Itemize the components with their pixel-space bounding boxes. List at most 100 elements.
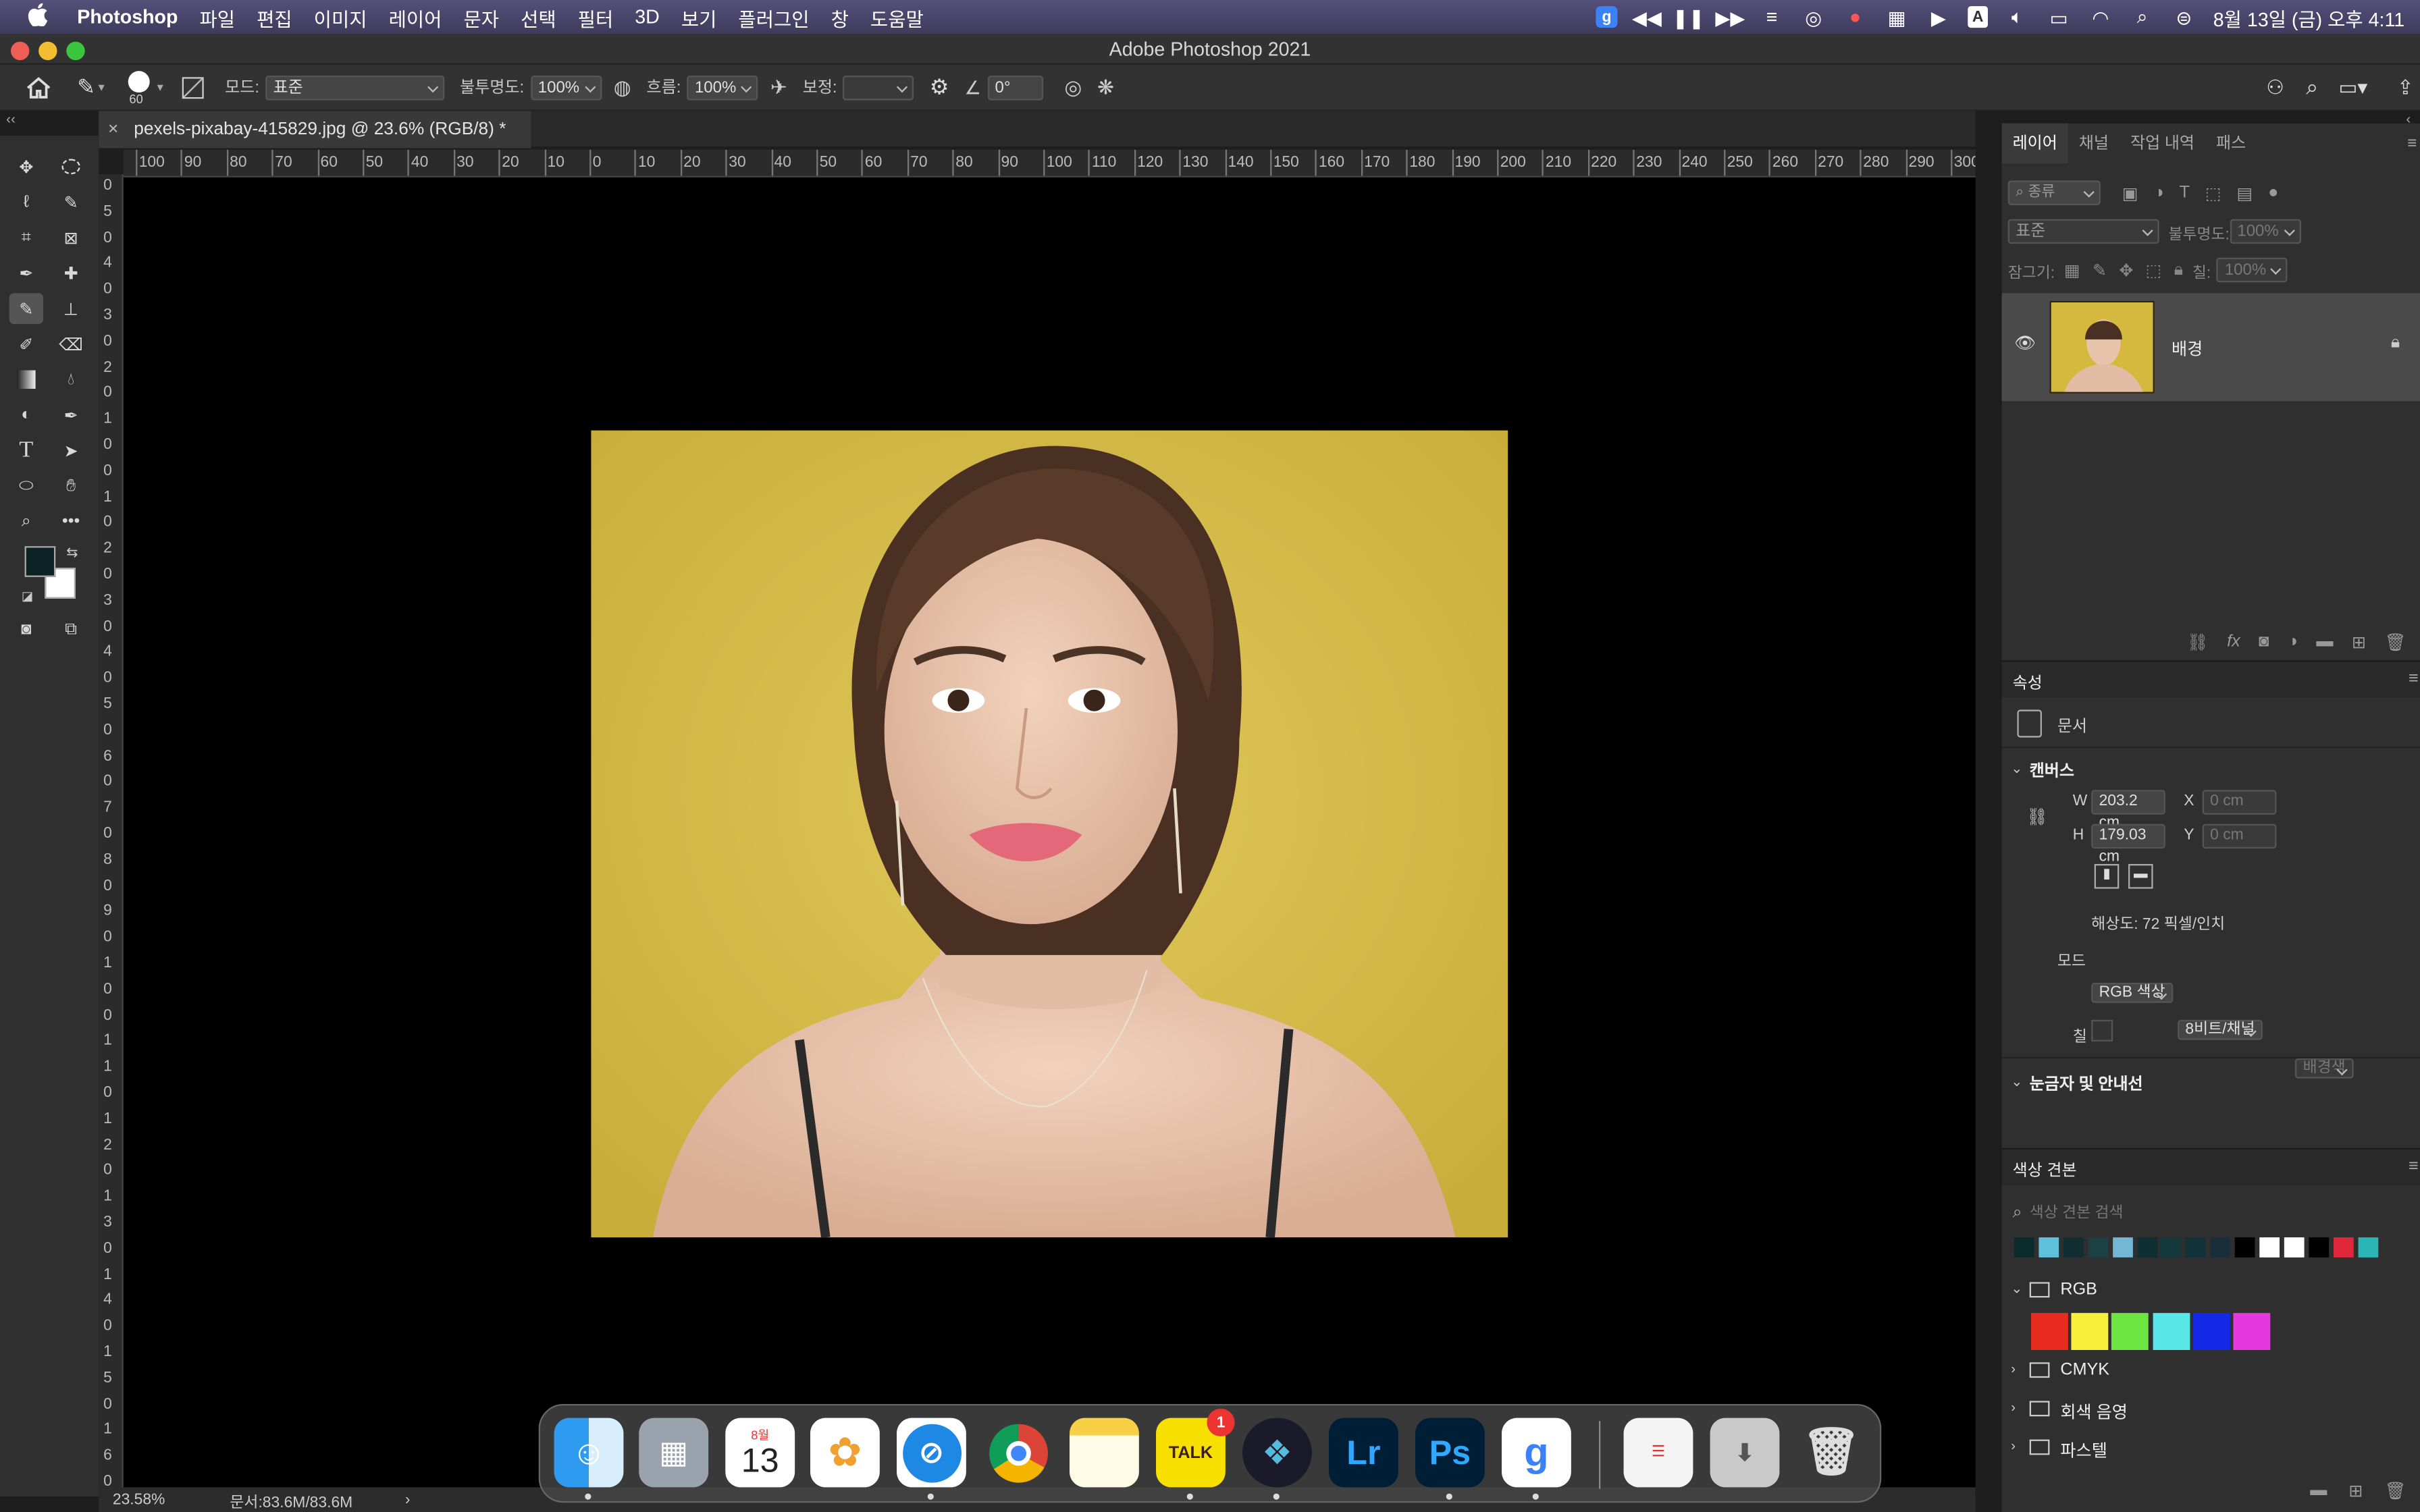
chevron-down-icon[interactable]: ▾ (99, 80, 105, 94)
swatch[interactable] (2087, 1237, 2108, 1258)
panel-menu-icon[interactable]: ≡ (2407, 134, 2417, 153)
flow-field[interactable]: 100% (687, 74, 758, 100)
swatch[interactable] (2357, 1237, 2378, 1258)
swatch[interactable] (2210, 1237, 2231, 1258)
delete-layer-icon[interactable]: 🗑︎ (2385, 632, 2406, 651)
share-person-icon[interactable]: ⚇ (2266, 75, 2284, 100)
type-tool-icon[interactable]: T (9, 435, 43, 466)
swatch-group-rgb[interactable]: ⌄ RGB (2002, 1278, 2420, 1309)
adjustment-layer-icon[interactable]: ◑ (2288, 632, 2298, 651)
rulers-section-header[interactable]: ⌄ 눈금자 및 안내선 (2002, 1069, 2420, 1100)
input-source-icon[interactable]: A (1968, 6, 1989, 28)
portrait-orientation-icon[interactable]: ▮ (2094, 864, 2120, 889)
frame-tool-icon[interactable]: ⊠ (54, 222, 88, 253)
height-field[interactable]: 179.03 cm (2091, 824, 2165, 865)
swatch[interactable] (2186, 1237, 2206, 1258)
creative-cloud-icon[interactable]: ◎ (1801, 6, 1826, 28)
brush-settings-icon[interactable] (182, 76, 204, 99)
grid-app-icon[interactable]: ▦ (1885, 6, 1910, 28)
canvas-section-header[interactable]: ⌄ 캔버스 (2002, 756, 2420, 787)
swatch[interactable] (2234, 1237, 2255, 1258)
crop-tool-icon[interactable]: ⌗ (9, 222, 43, 253)
swatch[interactable] (2152, 1313, 2190, 1351)
fill-field[interactable]: 100% (2217, 257, 2288, 283)
safari-icon[interactable]: ⊘ (897, 1418, 966, 1500)
visibility-eye-icon[interactable]: 👁︎ (2014, 333, 2036, 353)
document-tab[interactable]: × pexels-pixabay-415829.jpg @ 23.6% (RGB… (99, 111, 531, 148)
menu-plugins[interactable]: 플러그인 (727, 2, 820, 31)
lock-all-icon[interactable]: 🔒︎ (2174, 260, 2183, 280)
collapse-panels-icon[interactable]: ‹‹ (6, 111, 16, 127)
swatch[interactable] (2071, 1313, 2109, 1351)
layer-row-background[interactable]: 👁︎ 배경 🔒︎ (2001, 293, 2420, 402)
layer-name[interactable]: 배경 (2172, 336, 2203, 361)
swatch[interactable] (2233, 1313, 2271, 1351)
fx-icon[interactable]: fx (2227, 632, 2240, 651)
status-arrow-icon[interactable]: › (405, 1491, 411, 1508)
quick-mask-icon[interactable]: ◙ (9, 614, 43, 645)
layer-filter-dropdown[interactable]: ⌕ 종류 (2007, 180, 2101, 205)
swatch-group-pastel[interactable]: › 파스텔 (2002, 1435, 2420, 1466)
filter-shape-icon[interactable]: ⬚ (2205, 183, 2221, 202)
photoshop-icon[interactable]: Ps (1415, 1418, 1485, 1500)
menu-view[interactable]: 보기 (670, 2, 728, 31)
filter-type-icon[interactable]: T (2180, 184, 2190, 202)
filter-toggle-icon[interactable]: ● (2268, 184, 2278, 202)
new-group-icon[interactable]: ▬ (2316, 632, 2333, 651)
menu-layer[interactable]: 레이어 (378, 2, 453, 31)
menu-edit[interactable]: 편집 (246, 2, 303, 31)
angle-field[interactable]: 0° (987, 74, 1043, 100)
color-mode-dropdown[interactable]: RGB 색상 (2091, 983, 2173, 1003)
swatch[interactable] (2014, 1237, 2034, 1258)
swatch[interactable] (2111, 1313, 2149, 1351)
filter-pixel-icon[interactable]: ▣ (2122, 183, 2138, 202)
blend-mode-dropdown[interactable]: 표준 (2007, 219, 2159, 244)
battery-icon[interactable]: ▭ (2047, 6, 2072, 28)
link-dimensions-icon[interactable]: ⛓︎ (2026, 807, 2048, 827)
rewind-icon[interactable]: ◀◀ (1632, 6, 1662, 28)
path-selection-tool-icon[interactable]: ➤ (54, 435, 88, 466)
pause-icon[interactable]: ❚❚ (1673, 6, 1705, 28)
screen-mode-icon[interactable]: ⧉ (54, 614, 88, 645)
portrait-photo[interactable] (591, 430, 1508, 1238)
eraser-tool-icon[interactable]: ⌫ (54, 329, 88, 360)
menu-window[interactable]: 창 (820, 2, 860, 31)
notification-icon[interactable]: ● (1843, 6, 1868, 28)
zoom-tool-icon[interactable]: ⌕ (9, 506, 43, 537)
smoothing-field[interactable] (843, 74, 914, 100)
hand-tool-icon[interactable]: ✋︎ (54, 470, 88, 502)
history-brush-tool-icon[interactable]: ✐ (9, 329, 43, 360)
tab-paths[interactable]: 패스 (2205, 124, 2257, 163)
control-center-icon[interactable]: ⊜ (2172, 6, 2197, 28)
lock-transparent-icon[interactable]: ▦ (2064, 260, 2080, 279)
swatch[interactable] (2259, 1237, 2280, 1258)
menu-image[interactable]: 이미지 (303, 2, 378, 31)
add-mask-icon[interactable]: ◙ (2259, 632, 2269, 651)
close-window-button[interactable] (11, 41, 30, 61)
foreground-color-swatch[interactable] (24, 546, 56, 577)
swatch[interactable] (2284, 1237, 2305, 1258)
lock-artboard-icon[interactable]: ⬚ (2146, 260, 2162, 279)
lock-image-icon[interactable]: ✎ (2093, 260, 2107, 279)
swatch[interactable] (2063, 1237, 2084, 1258)
play-circle-icon[interactable]: ▶ (1926, 6, 1951, 28)
quick-selection-tool-icon[interactable]: ✎ (54, 187, 88, 218)
grammarly-app-icon[interactable]: g (1502, 1418, 1571, 1500)
chrome-icon[interactable] (983, 1418, 1053, 1488)
layer-lock-icon[interactable]: 🔒︎ (2391, 333, 2400, 354)
apple-menu-icon[interactable] (0, 3, 59, 31)
document-stack-icon[interactable]: ☰ (1623, 1418, 1693, 1488)
swatch-group-grayscale[interactable]: › 회색 음영 (2002, 1397, 2420, 1428)
swatches-title[interactable]: 색상 견본 (2013, 1159, 2077, 1182)
davinci-resolve-icon[interactable]: ❖ (1242, 1418, 1312, 1500)
bit-depth-dropdown[interactable]: 8비트/채널 (2177, 1019, 2263, 1040)
menu-select[interactable]: 선택 (510, 2, 567, 31)
landscape-orientation-icon[interactable]: ▬ (2128, 864, 2153, 889)
minimize-window-button[interactable] (38, 41, 57, 61)
menu-file[interactable]: 파일 (188, 2, 246, 31)
brush-tool-icon[interactable]: ✎ (9, 293, 43, 325)
airbrush-icon[interactable]: ✈ (770, 75, 787, 100)
properties-title[interactable]: 속성 (2013, 671, 2043, 694)
panel-menu-icon[interactable]: ≡ (2409, 670, 2419, 688)
mode-dropdown[interactable]: 표준 (265, 74, 445, 100)
